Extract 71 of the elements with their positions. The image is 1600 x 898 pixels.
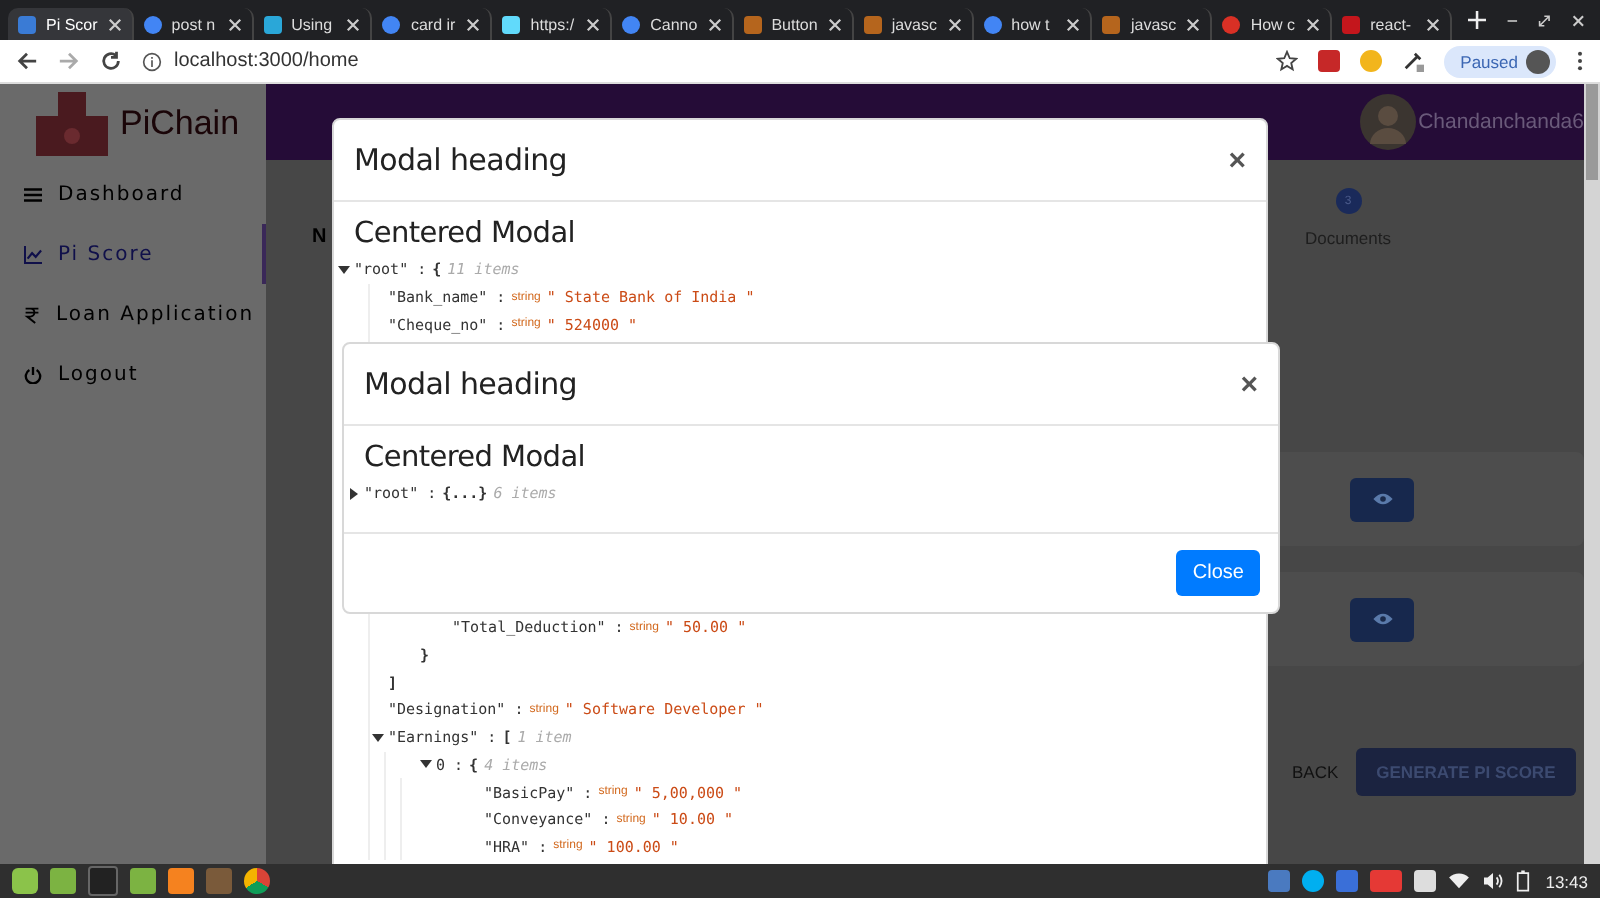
battery-icon[interactable] bbox=[1515, 870, 1530, 892]
maximize-icon[interactable] bbox=[1538, 13, 1552, 27]
favicon-icon bbox=[382, 15, 401, 33]
chart-icon bbox=[24, 245, 42, 263]
close-icon[interactable] bbox=[947, 17, 962, 31]
close-icon[interactable] bbox=[1186, 17, 1201, 31]
sidebar-item[interactable]: Loan Application bbox=[0, 284, 266, 344]
close-button[interactable]: × bbox=[1228, 143, 1246, 177]
expanded-caret-icon[interactable] bbox=[420, 758, 432, 771]
modal-subtitle: Centered Modal bbox=[364, 442, 588, 474]
favicon-icon bbox=[502, 15, 521, 33]
favicon-icon bbox=[143, 15, 162, 33]
close-icon[interactable] bbox=[1066, 17, 1081, 31]
power-icon bbox=[24, 365, 42, 383]
wifi-icon[interactable] bbox=[1447, 872, 1470, 890]
browser-tab[interactable]: Pi Scor bbox=[8, 8, 134, 40]
menu-icon bbox=[24, 185, 42, 203]
speaker-icon[interactable] bbox=[1481, 872, 1504, 890]
view-button[interactable] bbox=[1350, 597, 1414, 641]
star-icon[interactable] bbox=[1276, 50, 1299, 72]
scrollbar[interactable] bbox=[1584, 84, 1600, 864]
new-tab-icon[interactable] bbox=[1467, 10, 1487, 30]
close-icon[interactable] bbox=[227, 17, 242, 31]
close-icon[interactable] bbox=[586, 17, 601, 31]
view-button[interactable] bbox=[1350, 477, 1414, 521]
logo-icon bbox=[32, 88, 112, 160]
favicon-icon bbox=[18, 15, 36, 33]
info-icon[interactable] bbox=[142, 51, 162, 71]
collapsed-caret-icon[interactable] bbox=[348, 487, 360, 500]
close-icon[interactable] bbox=[827, 17, 842, 31]
modal-subtitle: Centered Modal bbox=[354, 218, 578, 250]
sidebar-label: Dashboard bbox=[58, 183, 185, 205]
section-label: N bbox=[312, 226, 327, 252]
brand-name: PiChain bbox=[120, 104, 240, 144]
favicon-icon bbox=[1102, 15, 1121, 33]
back-arrow-icon[interactable] bbox=[16, 50, 38, 72]
close-icon[interactable] bbox=[1306, 17, 1321, 31]
sidebar-item[interactable]: Logout bbox=[0, 344, 266, 404]
address-field[interactable]: localhost:3000/home bbox=[174, 50, 359, 72]
reload-icon[interactable] bbox=[100, 50, 122, 72]
close-icon[interactable] bbox=[1571, 13, 1584, 27]
sidebar-label: Pi Score bbox=[58, 243, 154, 265]
favicon-icon bbox=[263, 15, 282, 33]
rupee-icon bbox=[24, 305, 40, 323]
profile-button[interactable]: Paused bbox=[1444, 45, 1556, 77]
favicon-icon bbox=[863, 15, 882, 33]
close-icon[interactable] bbox=[1425, 17, 1440, 31]
favicon-icon bbox=[983, 15, 1002, 33]
eyedropper-icon[interactable] bbox=[1402, 50, 1425, 72]
expanded-caret-icon[interactable] bbox=[372, 731, 384, 744]
close-icon[interactable] bbox=[466, 17, 481, 31]
eye-icon bbox=[1371, 492, 1393, 506]
sidebar-label: Logout bbox=[58, 363, 139, 385]
expanded-caret-icon[interactable] bbox=[338, 263, 350, 276]
clock: 13:43 bbox=[1545, 871, 1588, 891]
close-button[interactable]: Close bbox=[1176, 549, 1260, 596]
sidebar-item[interactable]: Dashboard bbox=[0, 164, 266, 224]
menu-icon[interactable] bbox=[1576, 50, 1584, 72]
close-icon[interactable] bbox=[707, 17, 722, 31]
sidebar-label: Loan Application bbox=[56, 303, 255, 325]
favicon-icon bbox=[1342, 15, 1361, 33]
eye-icon bbox=[1371, 612, 1393, 626]
close-icon[interactable] bbox=[107, 17, 122, 31]
close-icon[interactable] bbox=[346, 17, 361, 31]
favicon-icon bbox=[1222, 15, 1241, 33]
avatar-icon bbox=[1526, 49, 1550, 73]
favicon-icon bbox=[622, 15, 641, 33]
modal-title: Modal heading bbox=[354, 142, 568, 178]
close-button[interactable]: × bbox=[1240, 367, 1258, 401]
favicon-icon bbox=[743, 15, 762, 33]
modal-title: Modal heading bbox=[364, 366, 578, 402]
